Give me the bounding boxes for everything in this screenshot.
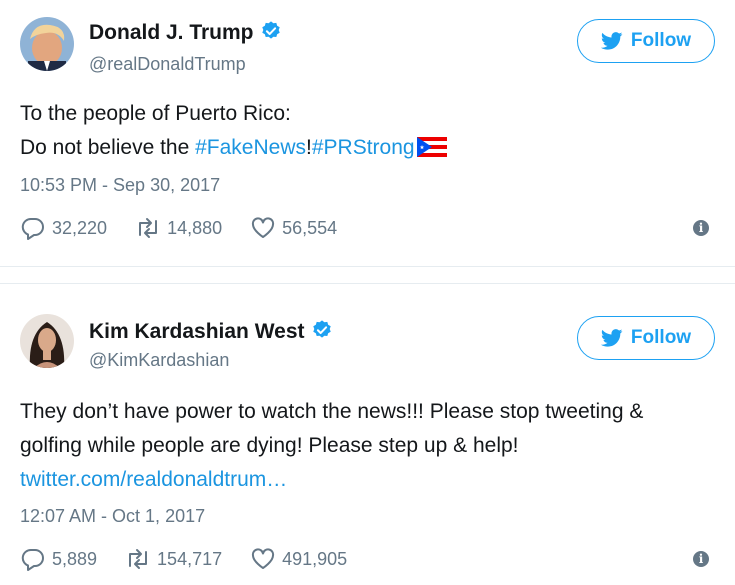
retweet-count: 154,717	[157, 548, 223, 569]
verified-badge-icon	[261, 21, 280, 39]
tweet-link[interactable]: twitter.com/realdonaldtrum…	[20, 468, 287, 491]
heart-icon	[252, 217, 275, 238]
follow-label: Follow	[630, 30, 692, 51]
avatar[interactable]	[20, 17, 74, 71]
retweet-icon	[129, 549, 148, 569]
tweet-text-line: They don’t have power to watch the news!…	[20, 400, 644, 491]
tweet: Kim Kardashian West @KimKardashian Follo…	[0, 284, 735, 585]
like-count: 491,905	[282, 548, 348, 569]
follow-button[interactable]: Follow	[577, 19, 715, 63]
display-name[interactable]: Kim Kardashian West	[89, 319, 333, 344]
twitter-bird-icon	[600, 32, 623, 50]
info-icon[interactable]: i	[693, 551, 709, 567]
heart-icon	[252, 548, 275, 569]
puerto-rico-flag-icon	[416, 137, 447, 157]
tweet-text-line: To the people of Puerto Rico:	[20, 102, 291, 125]
retweet-button[interactable]: 14,880	[135, 216, 222, 240]
divider	[0, 266, 735, 267]
reply-count: 32,220	[52, 217, 108, 238]
tweet-text: They don’t have power to watch the news!…	[20, 395, 680, 497]
retweet-icon	[139, 218, 158, 238]
display-name[interactable]: Donald J. Trump	[89, 20, 282, 45]
user-handle[interactable]: @realDonaldTrump	[89, 54, 246, 75]
tweet-timestamp[interactable]: 10:53 PM - Sep 30, 2017	[20, 175, 220, 196]
follow-button[interactable]: Follow	[577, 316, 715, 360]
avatar[interactable]	[20, 314, 74, 368]
tweet: Donald J. Trump @realDonaldTrump Follow …	[0, 0, 735, 266]
hashtag-link[interactable]: #FakeNews	[195, 136, 306, 159]
like-button[interactable]: 491,905	[250, 547, 347, 571]
retweet-button[interactable]: 154,717	[125, 547, 222, 571]
reply-count: 5,889	[52, 548, 98, 569]
like-button[interactable]: 56,554	[250, 216, 337, 240]
twitter-bird-icon	[600, 329, 623, 347]
reply-button[interactable]: 32,220	[20, 216, 107, 240]
tweet-actions: 32,220 14,880 56,554	[20, 214, 365, 242]
tweet-text-line: Do not believe the #FakeNews!#PRStrong	[20, 131, 680, 165]
reply-icon	[21, 548, 44, 571]
reply-icon	[21, 217, 44, 240]
tweet-actions: 5,889 154,717 491,905	[20, 545, 375, 573]
tweet-timestamp[interactable]: 12:07 AM - Oct 1, 2017	[20, 506, 205, 527]
like-count: 56,554	[282, 217, 338, 238]
verified-badge-icon	[312, 320, 331, 338]
follow-label: Follow	[630, 327, 692, 348]
tweet-text: To the people of Puerto Rico: Do not bel…	[20, 97, 680, 165]
hashtag-link[interactable]: #PRStrong	[312, 136, 415, 159]
user-handle[interactable]: @KimKardashian	[89, 350, 229, 371]
retweet-count: 14,880	[167, 217, 223, 238]
info-icon[interactable]: i	[693, 220, 709, 236]
reply-button[interactable]: 5,889	[20, 547, 97, 571]
